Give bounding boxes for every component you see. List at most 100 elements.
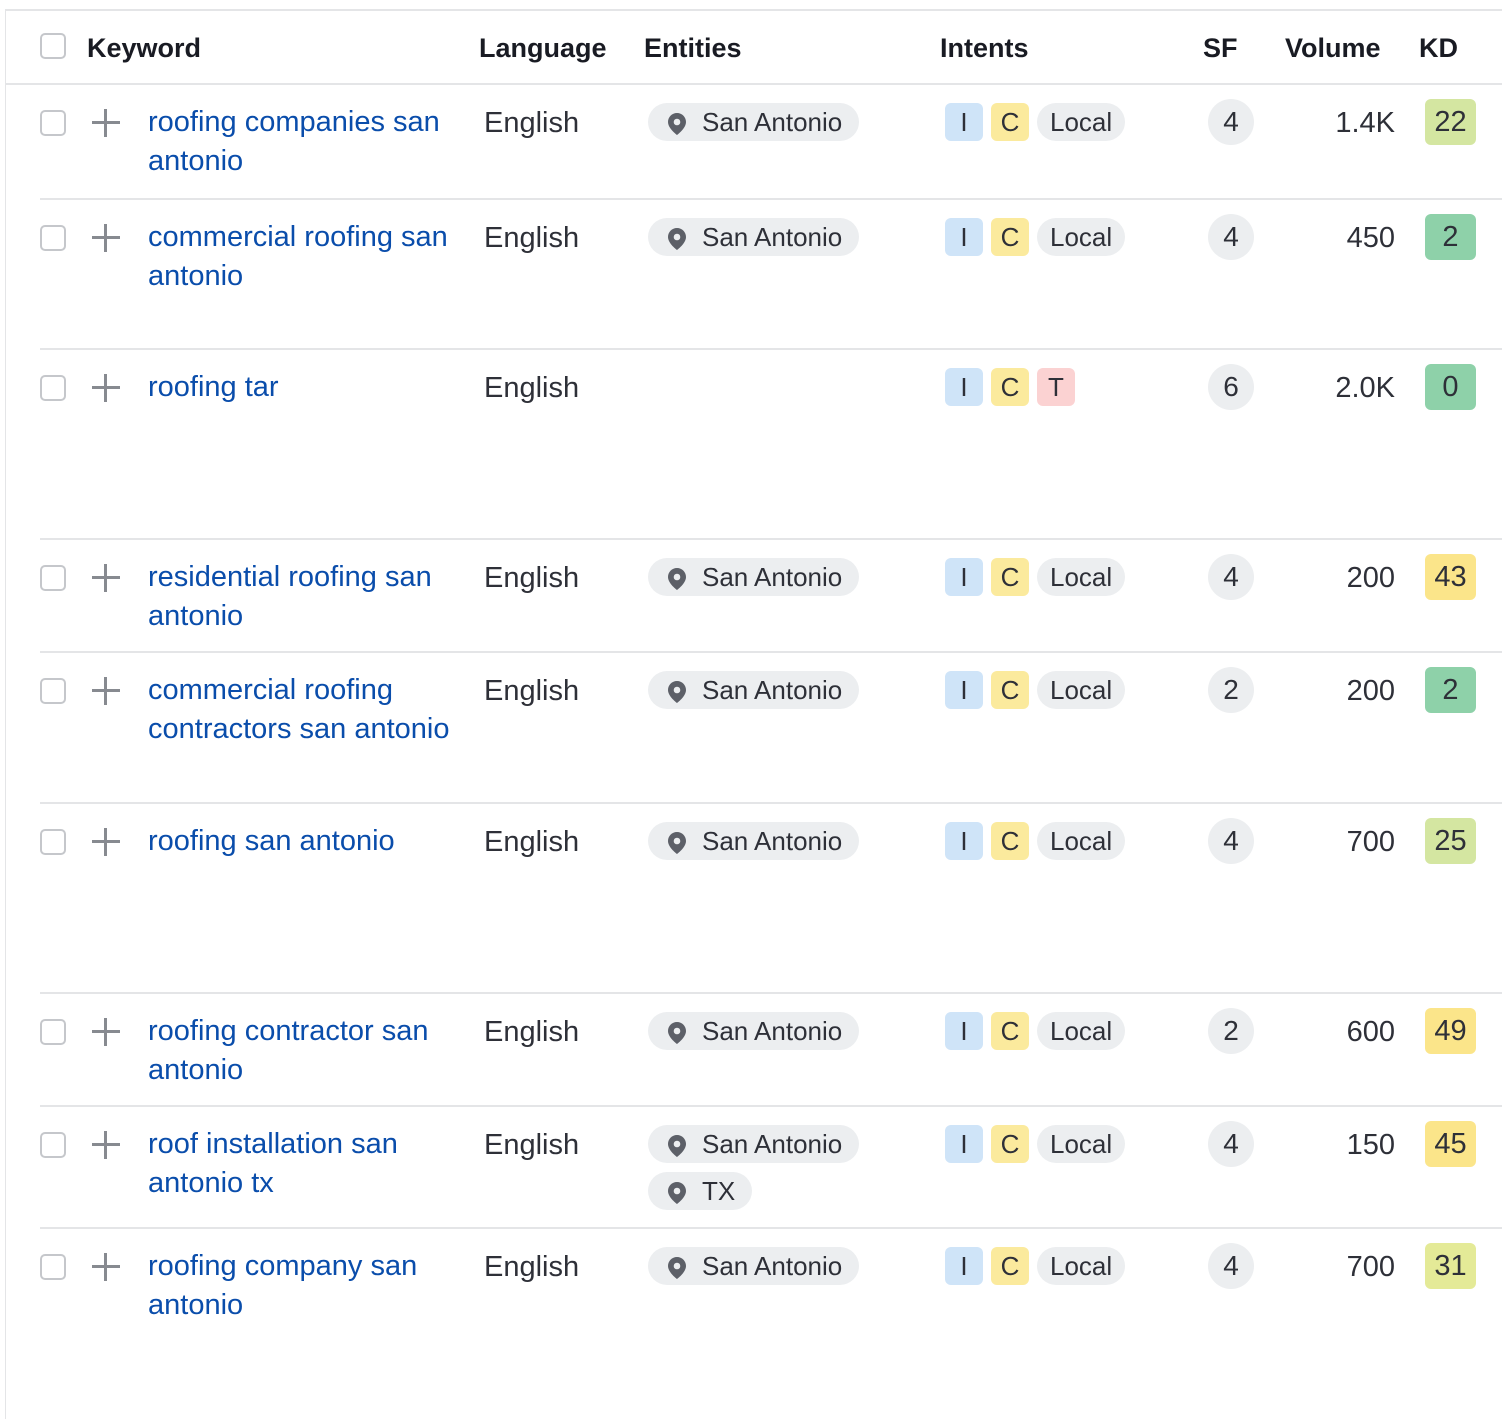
serp-features-count[interactable]: 4 [1208, 1121, 1254, 1167]
row-checkbox[interactable] [40, 225, 66, 251]
intent-badge-local: Local [1037, 1125, 1126, 1163]
intent-badge-t: T [1037, 368, 1075, 406]
entity-chip[interactable]: San Antonio [648, 1012, 860, 1050]
header-entities[interactable]: Entities [644, 33, 742, 64]
row-checkbox[interactable] [40, 829, 66, 855]
entity-chip[interactable]: TX [648, 1172, 753, 1210]
row-checkbox[interactable] [40, 678, 66, 704]
kd-badge: 31 [1425, 1243, 1476, 1289]
keyword-link[interactable]: commercial roofing contractors san anton… [148, 671, 458, 748]
table-row: roofing tar English I C T 6 2.0K 0 [40, 350, 1502, 540]
row-checkbox[interactable] [40, 565, 66, 591]
table-row: roofing company san antonio English San An… [40, 1229, 1502, 1419]
entity-label: TX [702, 1175, 736, 1206]
header-volume[interactable]: Volume [1285, 33, 1381, 64]
intent-badge-c: C [991, 218, 1029, 256]
add-to-list-icon[interactable] [92, 1131, 120, 1159]
add-to-list-icon[interactable] [92, 224, 120, 252]
serp-features-count[interactable]: 4 [1208, 818, 1254, 864]
intent-badge-i: I [945, 1247, 983, 1285]
entity-label: San Antonio [702, 561, 843, 592]
entity-chip[interactable]: San Antonio [648, 558, 860, 596]
header-kd[interactable]: KD [1419, 33, 1458, 64]
entity-wrapper: San Antonio [648, 558, 860, 605]
intent-badge-local: Local [1037, 558, 1126, 596]
entity-chip[interactable]: San Antonio [648, 103, 860, 141]
volume-cell: 700 [1346, 1251, 1395, 1283]
language-cell: English [484, 562, 580, 594]
serp-features-count[interactable]: 4 [1208, 554, 1254, 600]
entity-wrapper: San Antonio [648, 822, 860, 869]
keyword-link[interactable]: commercial roofing san antonio [148, 218, 458, 295]
keyword-link[interactable]: roofing san antonio [148, 822, 458, 861]
header-intents[interactable]: Intents [940, 33, 1029, 64]
keyword-link[interactable]: roofing contractor san antonio [148, 1012, 458, 1089]
entities-cell: San Antonio [648, 822, 860, 869]
serp-features-count[interactable]: 4 [1208, 1243, 1254, 1289]
location-pin-icon [668, 1180, 686, 1204]
entity-wrapper: San Antonio [648, 1012, 860, 1059]
kd-badge: 22 [1425, 99, 1476, 145]
intent-badge-local: Local [1037, 822, 1126, 860]
intents-cell: I C Local [945, 1247, 1126, 1285]
header-language[interactable]: Language [479, 33, 607, 64]
keyword-table: Keyword Language Entities Intents SF Vol… [5, 9, 1502, 1419]
language-cell: English [484, 675, 580, 707]
add-to-list-icon[interactable] [92, 677, 120, 705]
language-cell: English [484, 1016, 580, 1048]
row-checkbox[interactable] [40, 1254, 66, 1280]
entity-chip[interactable]: San Antonio [648, 671, 860, 709]
entity-chip[interactable]: San Antonio [648, 1125, 860, 1163]
entity-chip[interactable]: San Antonio [648, 1247, 860, 1285]
kd-badge: 43 [1425, 554, 1476, 600]
table-row: residential roofing san antonio English Sa… [40, 540, 1502, 653]
row-checkbox[interactable] [40, 1019, 66, 1045]
keyword-link[interactable]: roof installation san antonio tx [148, 1125, 458, 1202]
keyword-link[interactable]: roofing tar [148, 368, 458, 407]
header-sf[interactable]: SF [1203, 33, 1238, 64]
table-row: roofing san antonio English San Antonio I C L… [40, 804, 1502, 994]
keyword-link[interactable]: roofing companies san antonio [148, 103, 458, 180]
intent-badge-i: I [945, 368, 983, 406]
keyword-link[interactable]: residential roofing san antonio [148, 558, 458, 635]
location-pin-icon [668, 1255, 686, 1279]
serp-features-count[interactable]: 4 [1208, 99, 1254, 145]
volume-cell: 2.0K [1335, 372, 1395, 404]
language-cell: English [484, 107, 580, 139]
entity-chip[interactable]: San Antonio [648, 822, 860, 860]
entities-cell: San Antonio [648, 218, 860, 265]
volume-cell: 700 [1346, 826, 1395, 858]
intent-badge-local: Local [1037, 1012, 1126, 1050]
kd-badge: 2 [1425, 214, 1476, 260]
entity-label: San Antonio [702, 825, 843, 856]
language-cell: English [484, 222, 580, 254]
intent-badge-c: C [991, 1012, 1029, 1050]
intent-badge-i: I [945, 1012, 983, 1050]
entity-label: San Antonio [702, 106, 843, 137]
serp-features-count[interactable]: 4 [1208, 214, 1254, 260]
intents-cell: I C Local [945, 822, 1126, 860]
row-checkbox[interactable] [40, 1132, 66, 1158]
add-to-list-icon[interactable] [92, 1253, 120, 1281]
entity-wrapper: San Antonio [648, 671, 860, 718]
serp-features-count[interactable]: 2 [1208, 667, 1254, 713]
keyword-link[interactable]: roofing company san antonio [148, 1247, 458, 1324]
intents-cell: ICT [945, 368, 1075, 406]
add-to-list-icon[interactable] [92, 828, 120, 856]
entity-chip[interactable]: San Antonio [648, 218, 860, 256]
location-pin-icon [668, 111, 686, 135]
language-cell: English [484, 372, 580, 404]
volume-cell: 1.4K [1335, 107, 1395, 139]
row-checkbox[interactable] [40, 375, 66, 401]
volume-cell: 150 [1346, 1129, 1395, 1161]
add-to-list-icon[interactable] [92, 374, 120, 402]
add-to-list-icon[interactable] [92, 109, 120, 137]
header-keyword[interactable]: Keyword [87, 33, 201, 64]
entity-wrapper: San Antonio [648, 1125, 860, 1172]
serp-features-count[interactable]: 2 [1208, 1008, 1254, 1054]
add-to-list-icon[interactable] [92, 564, 120, 592]
add-to-list-icon[interactable] [92, 1018, 120, 1046]
row-checkbox[interactable] [40, 110, 66, 136]
select-all-checkbox[interactable] [40, 33, 66, 59]
serp-features-count[interactable]: 6 [1208, 364, 1254, 410]
